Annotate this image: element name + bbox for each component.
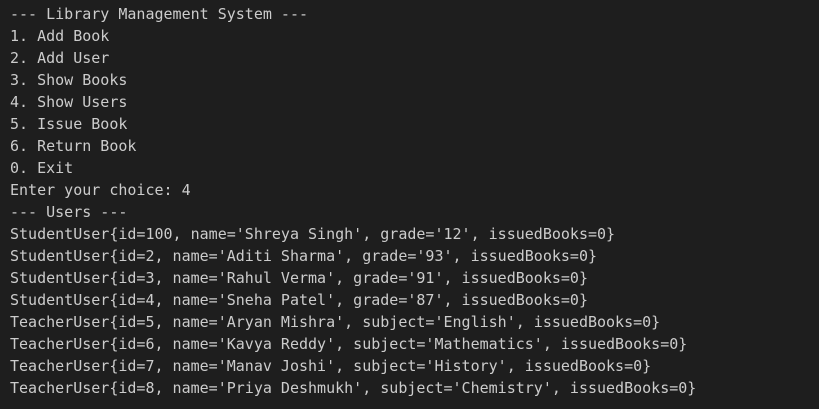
user-record-line: TeacherUser{id=7, name='Manav Joshi', su…	[10, 357, 652, 375]
menu-option-issue-book: 5. Issue Book	[10, 115, 128, 133]
menu-option-exit: 0. Exit	[10, 159, 74, 177]
users-header: --- Users ---	[10, 203, 128, 221]
user-record-line: TeacherUser{id=8, name='Priya Deshmukh',…	[10, 379, 697, 397]
terminal-output[interactable]: --- Library Management System --- 1. Add…	[0, 0, 819, 409]
menu-option-add-user: 2. Add User	[10, 49, 110, 67]
user-record-line: StudentUser{id=3, name='Rahul Verma', gr…	[10, 269, 588, 287]
user-record-line: StudentUser{id=2, name='Aditi Sharma', g…	[10, 247, 597, 265]
menu-option-show-users: 4. Show Users	[10, 93, 128, 111]
choice-prompt: Enter your choice: 4	[10, 181, 191, 199]
user-record-line: StudentUser{id=4, name='Sneha Patel', gr…	[10, 291, 588, 309]
user-record-line: StudentUser{id=100, name='Shreya Singh',…	[10, 225, 616, 243]
menu-option-show-books: 3. Show Books	[10, 71, 128, 89]
user-record-line: TeacherUser{id=6, name='Kavya Reddy', su…	[10, 335, 688, 353]
menu-option-return-book: 6. Return Book	[10, 137, 137, 155]
menu-header: --- Library Management System ---	[10, 5, 309, 23]
user-record-line: TeacherUser{id=5, name='Aryan Mishra', s…	[10, 313, 661, 331]
menu-option-add-book: 1. Add Book	[10, 27, 110, 45]
